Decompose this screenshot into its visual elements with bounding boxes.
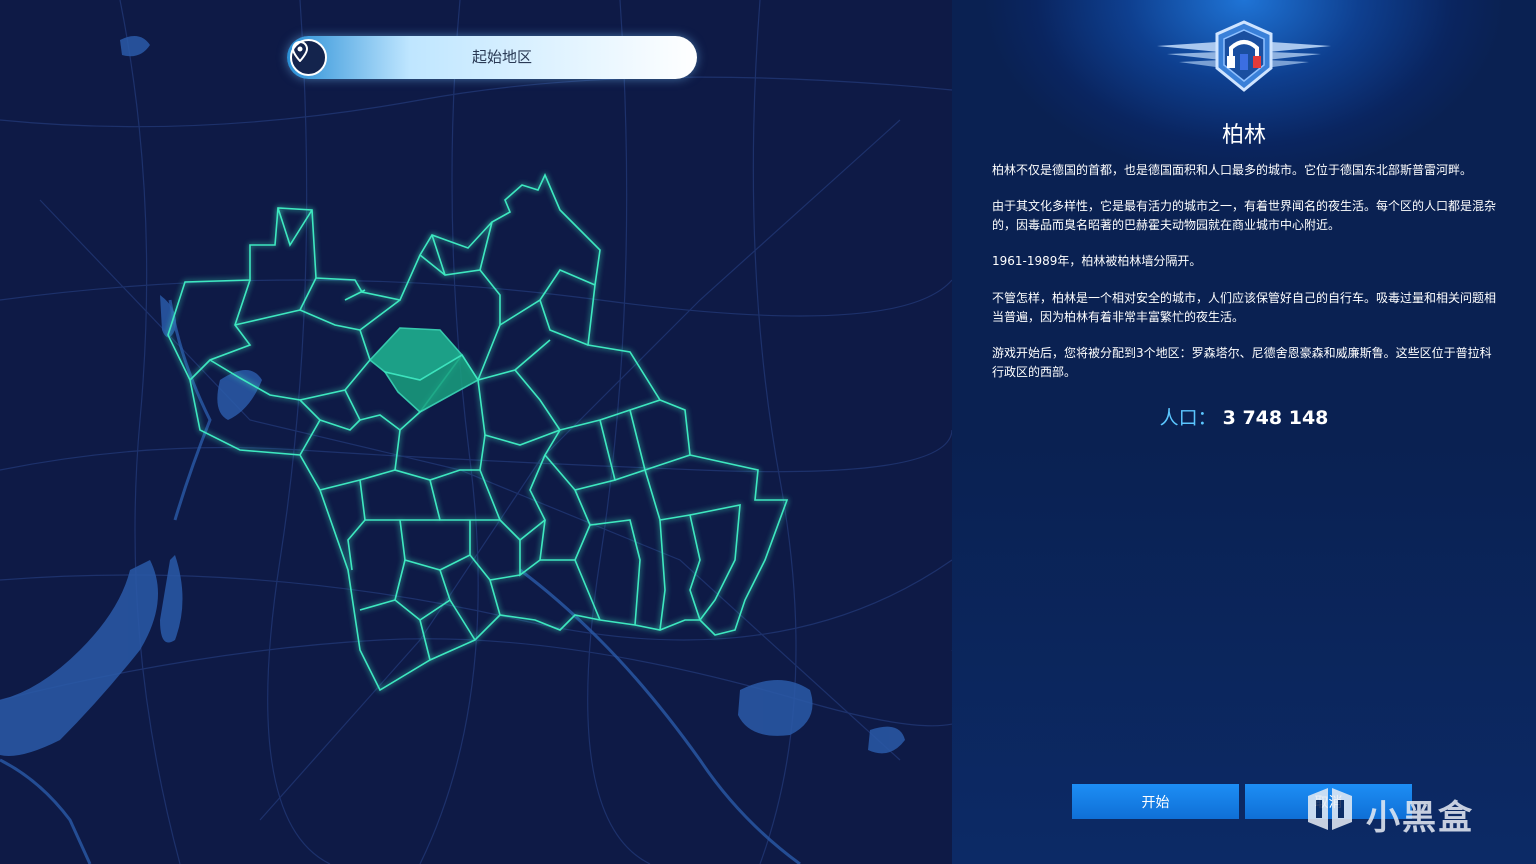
region-selector-label: 起始地区: [471, 48, 532, 66]
population-readout: 人口： 3 748 148: [952, 403, 1536, 430]
description-paragraph: 由于其文化多样性，它是最有活力的城市之一，有着世界闻名的夜生活。每个区的人口都是…: [992, 199, 1497, 232]
selected-districts[interactable]: [368, 327, 480, 413]
winged-shield-emblem-icon: [1157, 20, 1331, 92]
map-view[interactable]: 起始地区: [0, 0, 952, 864]
watermark-text: 小黑盒: [1366, 798, 1474, 838]
watermark: 小黑盒: [1304, 786, 1494, 838]
description-paragraph: 不管怎样，柏林是一个相对安全的城市，人们应该保管好自己的自行车。吸毒过量和相关问…: [992, 291, 1497, 324]
description-paragraph: 柏林不仅是德国的首都，也是德国面积和人口最多的城市。它位于德国东北部斯普雷河畔。: [992, 163, 1473, 177]
population-value: 3 748 148: [1222, 407, 1329, 429]
xiaoheihe-logo-icon: [1308, 788, 1352, 830]
map-canvas: [0, 0, 952, 864]
description-paragraph: 1961-1989年，柏林被柏林墙分隔开。: [992, 254, 1202, 268]
description-paragraph: 游戏开始后，您将被分配到3个地区：罗森塔尔、尼德舍恩豪森和威廉斯鲁。这些区位于普…: [992, 346, 1492, 379]
city-info-panel: 柏林 柏林不仅是德国的首都，也是德国面积和人口最多的城市。它位于德国东北部斯普雷…: [952, 0, 1536, 864]
region-selector[interactable]: 起始地区: [287, 36, 697, 79]
road-network: [0, 0, 952, 864]
start-button[interactable]: 开始: [1072, 784, 1239, 819]
population-label: 人口：: [1159, 407, 1217, 429]
city-title: 柏林: [1221, 123, 1266, 148]
